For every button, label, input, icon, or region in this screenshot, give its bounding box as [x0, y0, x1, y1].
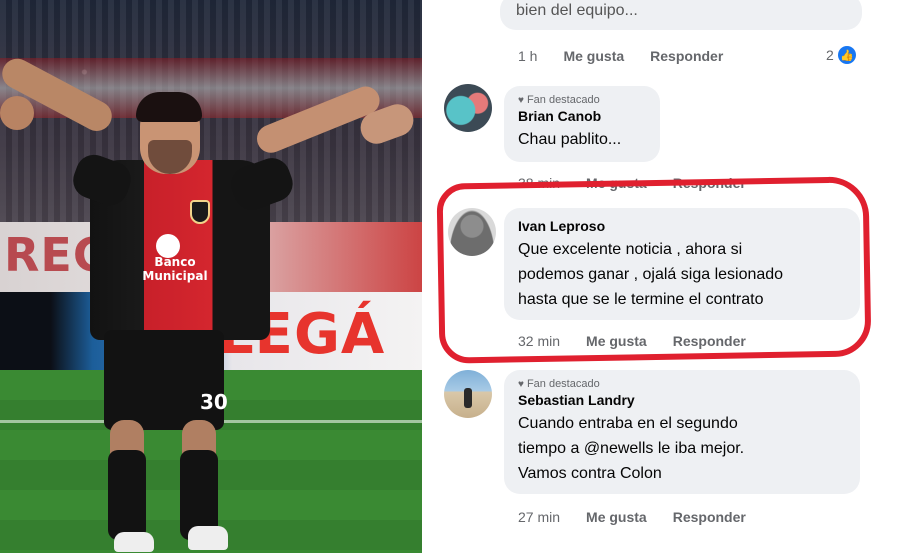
comment-actions: 1 h Me gusta Responder — [518, 48, 723, 64]
comment-actions: 27 min Me gusta Responder — [518, 509, 746, 525]
like-button[interactable]: Me gusta — [586, 509, 647, 525]
player-shorts — [104, 330, 224, 430]
comment-bubble: ♥ Fan destacado Sebastian Landry Cuando … — [504, 370, 860, 494]
comment-text: bien del equipo... — [516, 2, 638, 19]
like-icon: 👍 — [837, 46, 856, 64]
comment-time: 1 h — [518, 48, 538, 64]
player-photo: RECHO LEGÁ Banco Municipal 30 — [0, 0, 422, 553]
fan-badge-label: Fan destacado — [526, 94, 600, 106]
reply-button[interactable]: Responder — [673, 509, 746, 525]
player-left-sock — [108, 450, 146, 540]
reaction-count: 2 — [826, 47, 834, 63]
player-right-boot — [188, 526, 228, 550]
reaction-summary[interactable]: 2 👍 — [826, 46, 856, 64]
comment-text: Chau pablito... — [518, 131, 622, 148]
fan-badge-label: Fan destacado — [526, 378, 600, 390]
player-left-hand — [0, 96, 34, 130]
heart-icon: ♥ — [518, 378, 524, 390]
comment-text-line: Vamos contra Colon — [518, 465, 662, 482]
comment-text-line: Cuando entraba en el segundo — [518, 415, 738, 432]
shirt-sponsor: Banco Municipal — [142, 255, 208, 283]
club-crest-icon — [190, 200, 210, 224]
heart-icon: ♥ — [518, 94, 524, 106]
fan-badge: ♥ Fan destacado — [518, 378, 846, 390]
like-button[interactable]: Me gusta — [563, 48, 624, 64]
red-highlight-circle — [436, 176, 872, 364]
player-hair — [136, 92, 202, 122]
fan-badge: ♥ Fan destacado — [518, 94, 646, 106]
avatar[interactable] — [444, 370, 492, 418]
comment-bubble: ♥ Fan destacado Brian Canob Chau pablito… — [504, 86, 660, 162]
player-left-boot — [114, 532, 154, 552]
comment-text-line: tiempo a @newells le iba mejor. — [518, 440, 745, 457]
commenter-name[interactable]: Sebastian Landry — [518, 392, 846, 408]
commenter-name[interactable]: Brian Canob — [518, 108, 646, 124]
avatar[interactable] — [444, 84, 492, 132]
shirt-number: 30 — [200, 390, 228, 414]
reply-button[interactable]: Responder — [650, 48, 723, 64]
comment-bubble: bien del equipo... — [500, 0, 862, 30]
comment-time: 27 min — [518, 509, 561, 525]
